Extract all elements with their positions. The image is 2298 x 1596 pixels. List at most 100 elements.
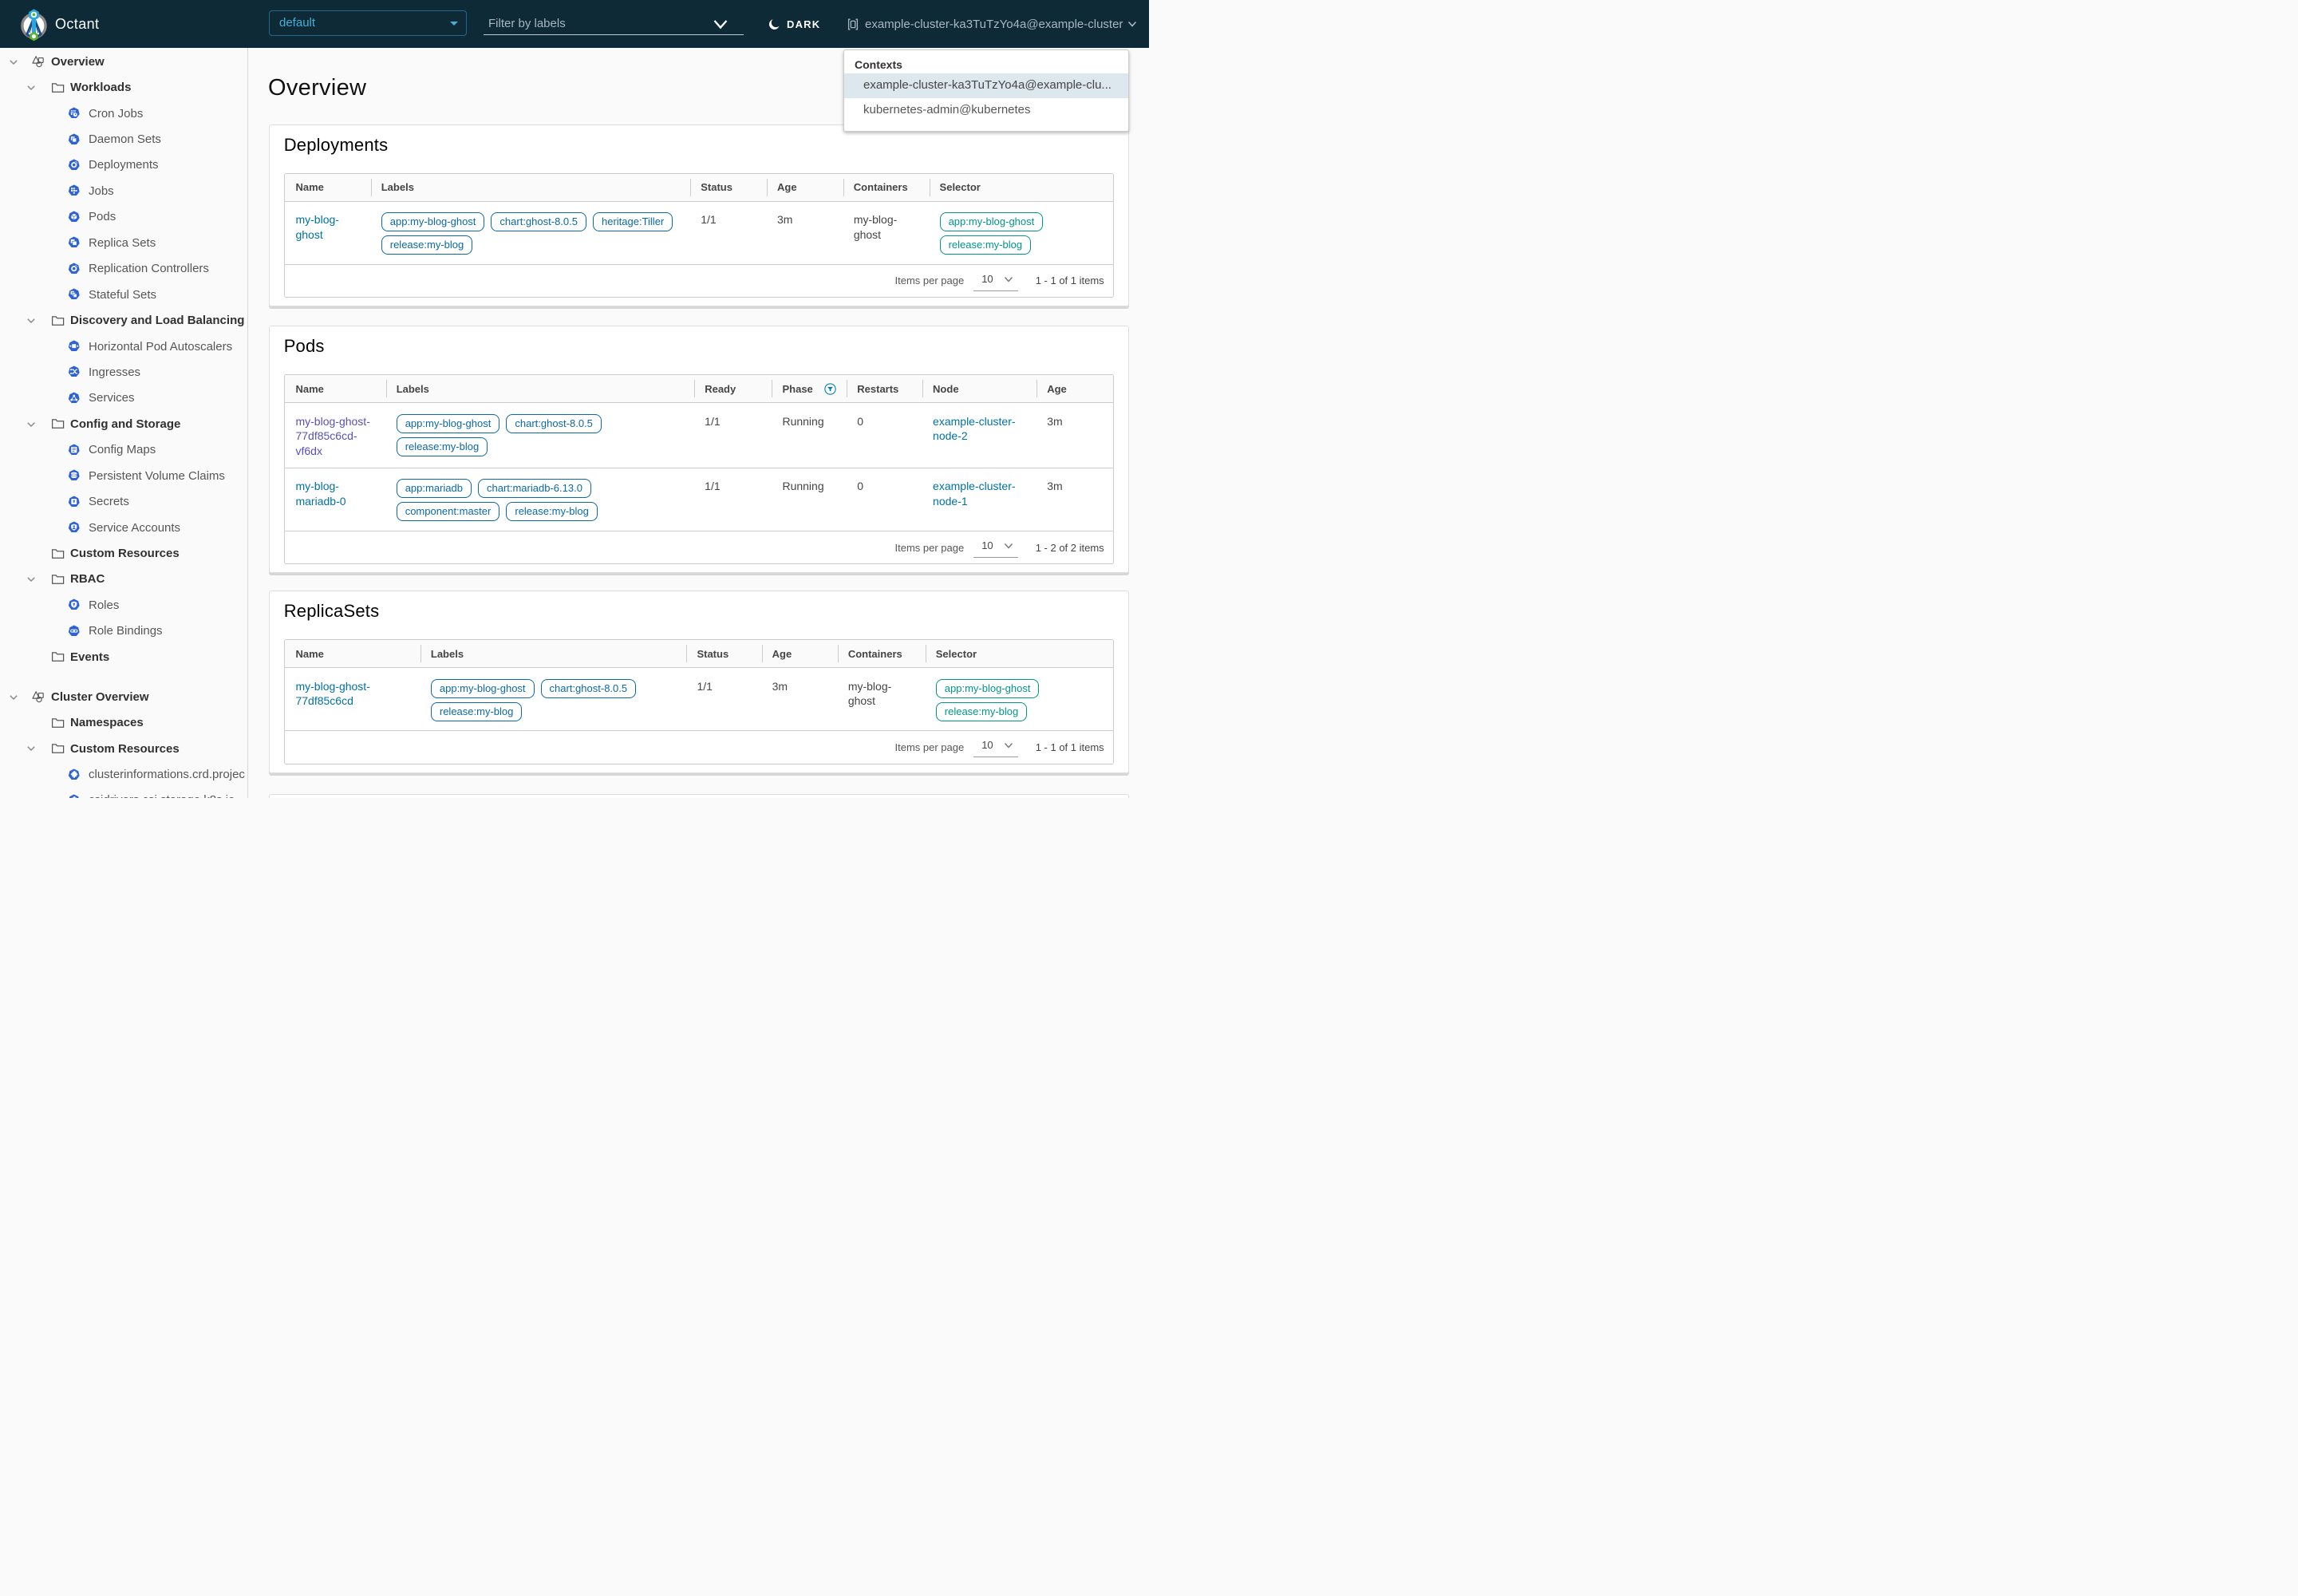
sidebar-item-daemon-sets[interactable]: Daemon Sets — [0, 126, 247, 152]
column-header-phase[interactable]: Phase — [772, 375, 847, 402]
resource-link[interactable]: my-blog-mariadb-0 — [295, 479, 381, 508]
label-chip[interactable]: app:my-blog-ghost — [936, 679, 1040, 698]
column-header-age[interactable]: Age — [1036, 375, 1112, 402]
table-row[interactable]: my-blog-mariadb-0 app:mariadb chart:mariad… — [285, 468, 1112, 531]
column-header-selector[interactable]: Selector — [930, 174, 1113, 201]
column-header-label: Age — [1047, 383, 1067, 395]
sidebar-item-pods[interactable]: Pods — [0, 204, 247, 230]
datagrid: NameLabelsStatusAgeContainersSelectormy-… — [284, 173, 1113, 298]
chevron-down-icon[interactable] — [27, 577, 35, 582]
sidebar-item-ingresses[interactable]: Ingresses — [0, 359, 247, 385]
context-option[interactable]: example-cluster-ka3TuTzYo4a@example-clu.… — [844, 73, 1128, 98]
sidebar-item-cluster-overview[interactable]: Cluster Overview — [0, 684, 247, 709]
label-filter-input[interactable]: Filter by labels — [484, 11, 744, 35]
label-chip[interactable]: release:my-blog — [506, 502, 598, 521]
label-chip[interactable]: app:my-blog-ghost — [381, 212, 485, 231]
page-size-select[interactable]: 10 — [973, 737, 1018, 757]
page-size-select[interactable]: 10 — [973, 271, 1018, 291]
column-header-containers[interactable]: Containers — [838, 640, 926, 667]
label-chip[interactable]: app:my-blog-ghost — [940, 212, 1044, 231]
column-header-labels[interactable]: Labels — [371, 174, 691, 201]
sidebar-item-discovery-and-load-balancing[interactable]: Discovery and Load Balancing — [0, 307, 247, 333]
column-header-restarts[interactable]: Restarts — [847, 375, 922, 402]
label-chip[interactable]: chart:ghost-8.0.5 — [491, 212, 586, 231]
table-row[interactable]: my-blog-ghost-77df85c6cd-vf6dx app:my-blo… — [285, 403, 1112, 468]
sidebar-item-label: Custom Resources — [70, 742, 180, 756]
sidebar-item-namespaces[interactable]: Namespaces — [0, 709, 247, 735]
octant-logo[interactable] — [20, 6, 48, 42]
sidebar-item-label: Roles — [89, 598, 119, 612]
chevron-down-icon[interactable] — [10, 60, 18, 65]
context-switcher[interactable]: example-cluster-ka3TuTzYo4a@example-clus… — [847, 0, 1137, 48]
column-header-name[interactable]: Name — [285, 174, 370, 201]
dark-mode-toggle[interactable]: DARK — [768, 0, 820, 48]
label-chip[interactable]: app:my-blog-ghost — [397, 414, 500, 433]
sidebar-item-role-bindings[interactable]: Role Bindings — [0, 618, 247, 644]
sidebar-item-config-and-storage[interactable]: Config and Storage — [0, 411, 247, 437]
sidebar-item-deployments[interactable]: Deployments — [0, 152, 247, 178]
cluster-icon — [847, 18, 859, 31]
resource-link[interactable]: my-blog-ghost — [295, 212, 365, 242]
sidebar-item-service-accounts[interactable]: Service Accounts — [0, 515, 247, 540]
label-chip[interactable]: chart:ghost-8.0.5 — [506, 414, 602, 433]
sidebar-item-replication-controllers[interactable]: Replication Controllers — [0, 256, 247, 282]
column-header-age[interactable]: Age — [762, 640, 838, 667]
table-row[interactable]: my-blog-ghost app:my-blog-ghost chart:ghos… — [285, 202, 1112, 265]
resource-link[interactable]: example-cluster-node-1 — [933, 479, 1032, 508]
sidebar-item-custom-resources[interactable]: Custom Resources — [0, 540, 247, 566]
sidebar-item-secrets[interactable]: Secrets — [0, 488, 247, 514]
sidebar-item-roles[interactable]: Roles — [0, 592, 247, 618]
chevron-down-icon[interactable] — [27, 422, 35, 427]
sidebar-item-custom-resources[interactable]: Custom Resources — [0, 736, 247, 761]
label-chip[interactable]: release:my-blog — [381, 235, 473, 255]
label-chip[interactable]: release:my-blog — [431, 702, 523, 721]
filter-icon[interactable] — [824, 383, 836, 395]
column-header-name[interactable]: Name — [285, 375, 385, 402]
sidebar-item-cron-jobs[interactable]: Cron Jobs — [0, 101, 247, 126]
context-option[interactable]: kubernetes-admin@kubernetes — [844, 98, 1128, 123]
sidebar-item-services[interactable]: Services — [0, 385, 247, 411]
secrets-icon — [68, 496, 81, 508]
chevron-down-icon[interactable] — [27, 746, 35, 751]
sidebar-item-overview[interactable]: Overview — [0, 49, 247, 74]
sidebar-item-stateful-sets[interactable]: Stateful Sets — [0, 282, 247, 307]
resource-link[interactable]: my-blog-ghost-77df85c6cd — [295, 679, 415, 709]
sidebar-item-workloads[interactable]: Workloads — [0, 74, 247, 100]
resource-link[interactable]: example-cluster-node-2 — [933, 414, 1032, 444]
label-chip[interactable]: heritage:Tiller — [593, 212, 673, 231]
label-chip[interactable]: chart:mariadb-6.13.0 — [478, 479, 591, 498]
column-header-labels[interactable]: Labels — [386, 375, 695, 402]
column-header-status[interactable]: Status — [686, 640, 761, 667]
column-header-age[interactable]: Age — [767, 174, 843, 201]
label-chip[interactable]: component:master — [397, 502, 500, 521]
column-header-name[interactable]: Name — [285, 640, 420, 667]
chevron-down-icon[interactable] — [27, 318, 35, 323]
label-chip[interactable]: release:my-blog — [940, 235, 1032, 255]
table-row[interactable]: my-blog-ghost-77df85c6cd app:my-blog-ghos… — [285, 668, 1112, 731]
label-chip[interactable]: release:my-blog — [397, 437, 488, 456]
column-header-labels[interactable]: Labels — [421, 640, 687, 667]
column-header-selector[interactable]: Selector — [926, 640, 1113, 667]
sidebar-item-config-maps[interactable]: Config Maps — [0, 437, 247, 463]
label-chip[interactable]: app:mariadb — [397, 479, 472, 498]
sidebar-item-events[interactable]: Events — [0, 644, 247, 670]
namespace-select[interactable]: default — [269, 10, 467, 36]
resource-link[interactable]: my-blog-ghost-77df85c6cd-vf6dx — [295, 414, 381, 459]
sidebar-item-rbac[interactable]: RBAC — [0, 567, 247, 592]
label-chip[interactable]: app:my-blog-ghost — [431, 679, 535, 698]
column-header-ready[interactable]: Ready — [694, 375, 772, 402]
label-chip[interactable]: chart:ghost-8.0.5 — [541, 679, 637, 698]
sidebar-item-horizontal-pod-autoscalers[interactable]: Horizontal Pod Autoscalers — [0, 334, 247, 359]
column-header-containers[interactable]: Containers — [843, 174, 930, 201]
chevron-down-icon[interactable] — [27, 85, 35, 90]
sidebar-item-jobs[interactable]: Jobs — [0, 178, 247, 203]
column-header-status[interactable]: Status — [690, 174, 767, 201]
sidebar-item-persistent-volume-claims[interactable]: Persistent Volume Claims — [0, 463, 247, 488]
column-header-node[interactable]: Node — [922, 375, 1036, 402]
sidebar-item-replica-sets[interactable]: Replica Sets — [0, 230, 247, 255]
chevron-down-icon[interactable] — [10, 695, 18, 700]
sidebar-item-clusterinformations-crd-projec[interactable]: clusterinformations.crd.projec — [0, 761, 247, 787]
sidebar-item-csidrivers-csi-storage-k8s-io[interactable]: csidrivers.csi.storage.k8s.io — [0, 788, 247, 798]
label-chip[interactable]: release:my-blog — [936, 702, 1028, 721]
page-size-select[interactable]: 10 — [973, 537, 1018, 558]
